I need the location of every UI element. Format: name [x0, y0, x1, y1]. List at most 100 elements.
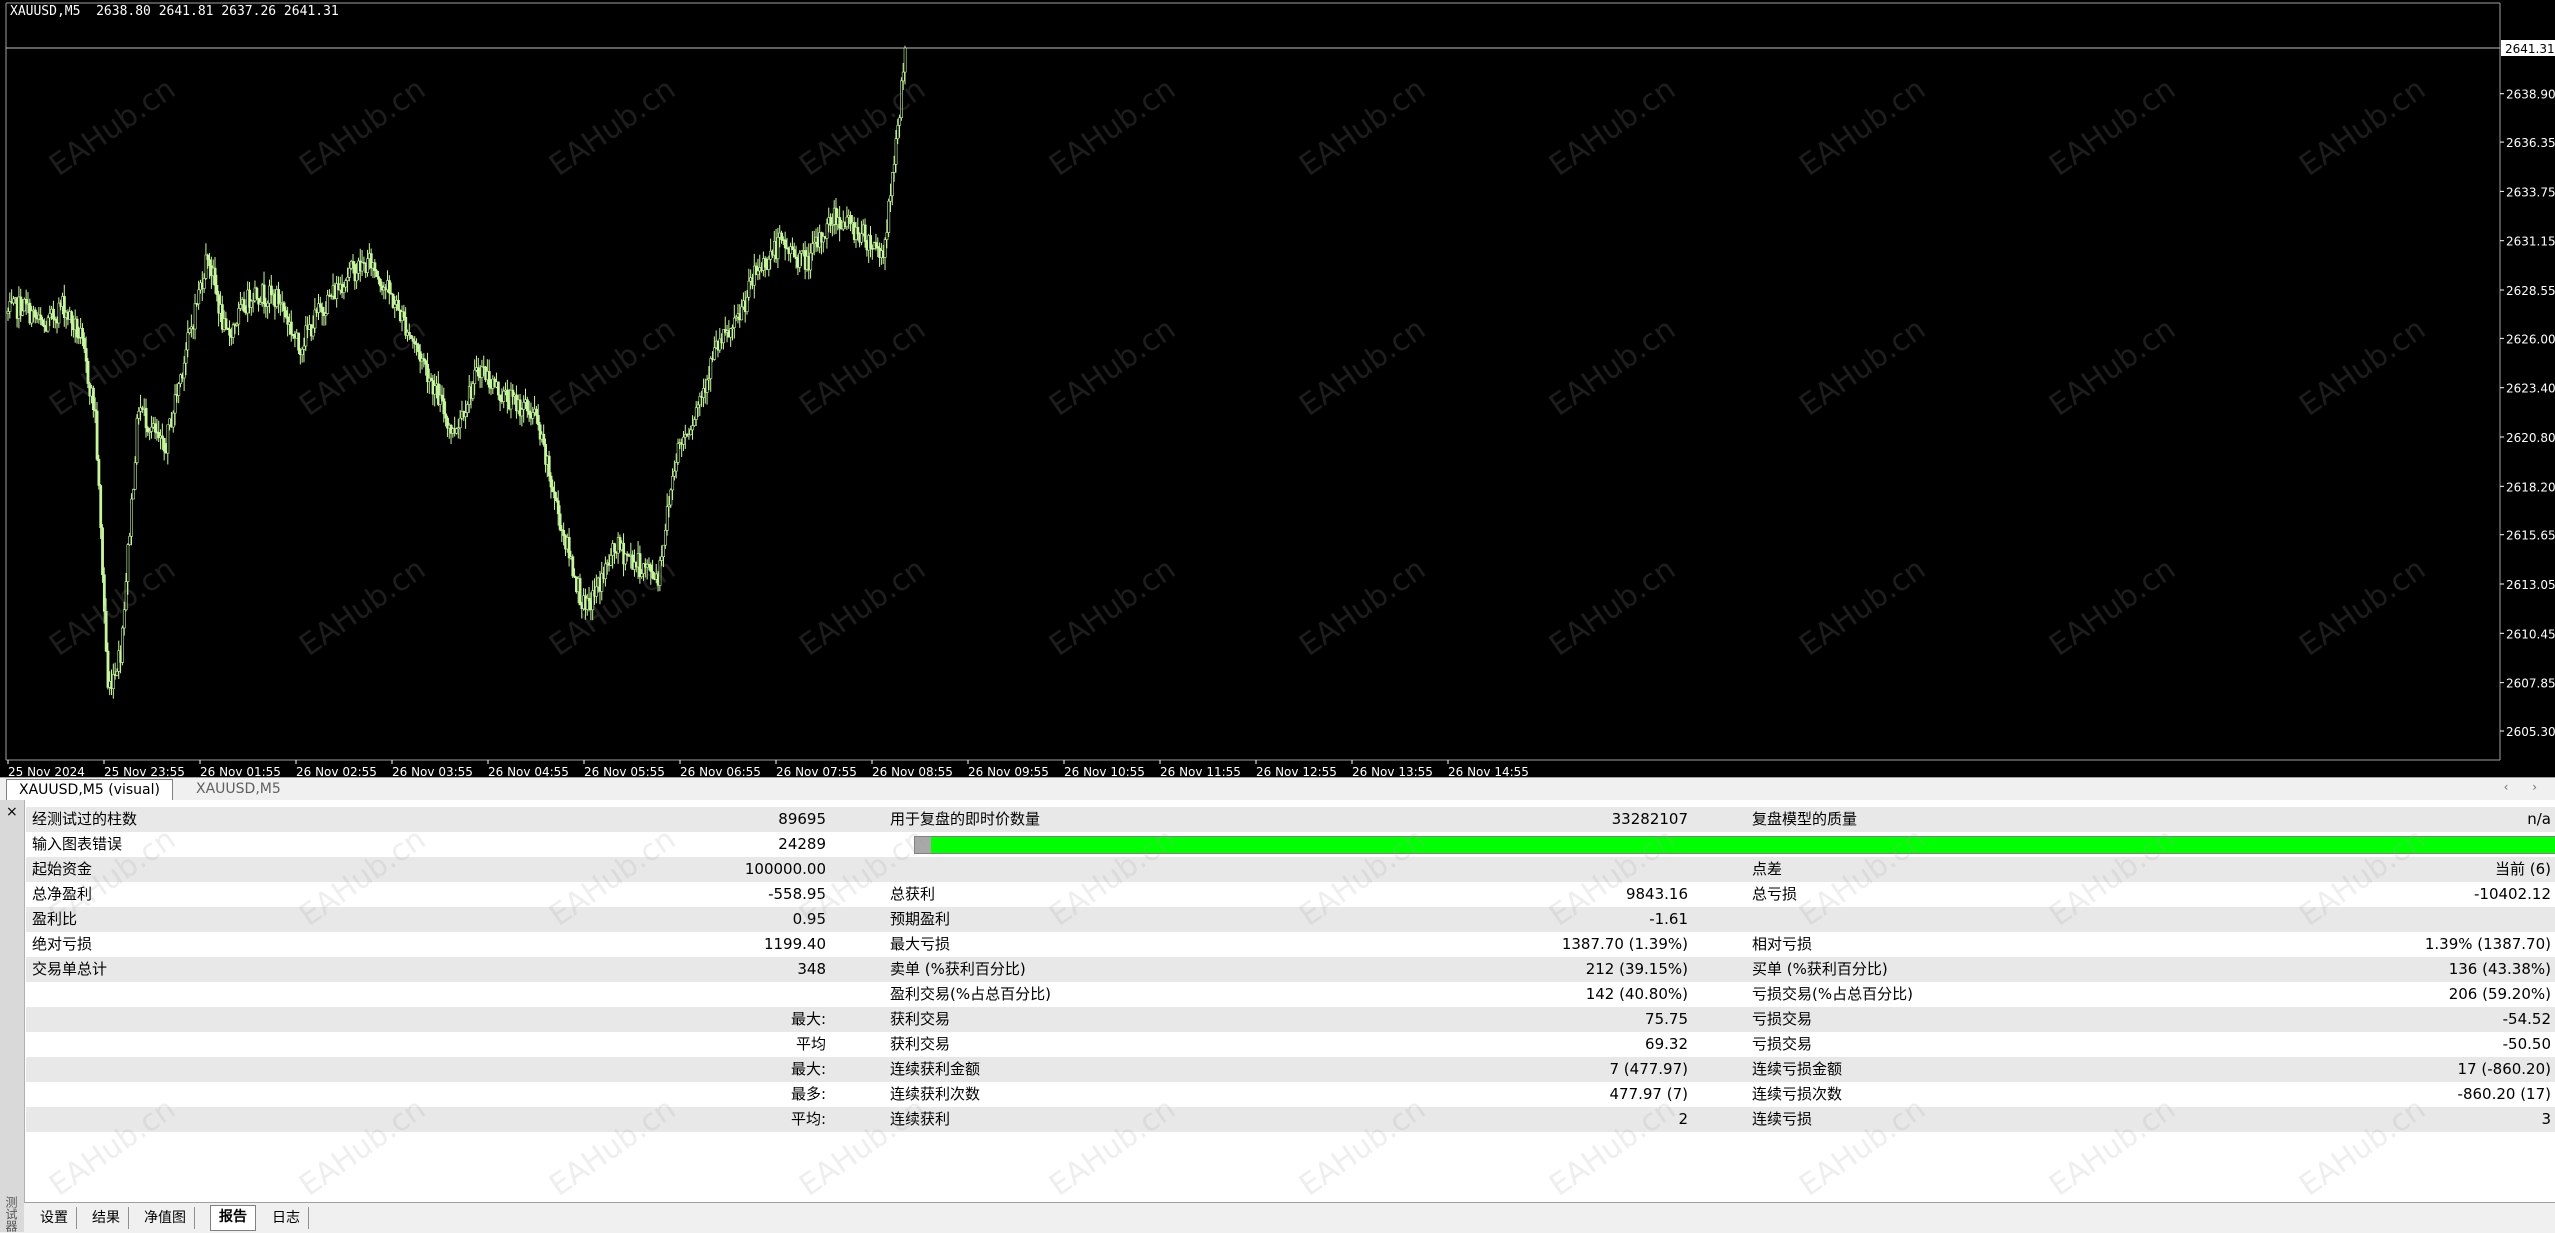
price-axis-label: 2620.80 [2506, 431, 2555, 445]
candle-body [811, 243, 814, 254]
candle-body [665, 506, 669, 531]
candle-body [682, 436, 685, 445]
candle-body [393, 304, 397, 308]
candle-body [82, 338, 86, 349]
tab-xauusd-visual[interactable]: XAUUSD,M5 (visual) [6, 779, 173, 800]
candle-body [402, 311, 406, 318]
candle-body [542, 433, 546, 445]
candle-body [496, 381, 500, 396]
price-axis-label: 2610.45 [2506, 627, 2555, 641]
candle-body [896, 125, 900, 140]
tab-journal[interactable]: 日志 [264, 1207, 309, 1229]
row-value-3: n/a [2527, 810, 2551, 828]
candle-body [144, 407, 148, 429]
candle-body [791, 246, 794, 250]
candle-body [776, 237, 780, 260]
close-icon[interactable]: × [6, 804, 18, 820]
candle-body [829, 217, 833, 226]
candle-body [182, 362, 186, 379]
price-axis-label: 2615.65 [2506, 529, 2555, 543]
candle-body [898, 117, 902, 126]
candlestick-chart-canvas[interactable]: 2641.31 2638.90 2636.35 2633.75 2631.15 2628.… [0, 0, 2555, 777]
candle-body [792, 249, 796, 258]
candle-body [197, 289, 201, 305]
candle-body [595, 586, 598, 597]
candle-body [480, 366, 484, 378]
tester-tab-bar: 设置 结果 净值图 报告 日志 [24, 1202, 2555, 1233]
candle-body [351, 260, 355, 265]
candle-body [745, 296, 749, 313]
candle-body [709, 358, 713, 379]
candle-body [464, 412, 468, 418]
candle-body [567, 537, 571, 559]
candle-body [783, 239, 787, 249]
candle-body [547, 455, 551, 477]
tab-report[interactable]: 报告 [210, 1205, 256, 1231]
candle-body [6, 311, 10, 315]
candle-body [377, 276, 380, 280]
candle-body [555, 497, 558, 502]
time-axis-label: 25 Nov 2024 [8, 765, 85, 777]
candle-body [874, 242, 878, 247]
price-axis-label: 2607.85 [2506, 677, 2555, 691]
tab-equity-graph[interactable]: 净值图 [136, 1207, 195, 1229]
candle-body [424, 360, 428, 365]
candle-body [651, 571, 655, 579]
price-axis-label: 2618.20 [2506, 480, 2555, 494]
candle-body [798, 252, 802, 268]
price-chart[interactable]: 2641.31 2638.90 2636.35 2633.75 2631.15 2628.… [0, 0, 2555, 777]
candle-body [444, 413, 448, 419]
time-axis-label: 26 Nov 02:55 [296, 765, 377, 777]
candle-body [162, 438, 166, 452]
candle-body [411, 338, 415, 342]
candle-body [429, 377, 433, 381]
candle-body [121, 627, 124, 663]
candle-body [476, 367, 480, 377]
row-value-3: -860.20 (17) [2457, 1085, 2551, 1103]
candle-body [215, 285, 219, 295]
candle-body [137, 411, 141, 419]
candle-body [112, 674, 115, 689]
candle-body [658, 560, 662, 586]
candle-body [302, 345, 306, 350]
candle-body [130, 498, 133, 537]
candle-body [277, 289, 281, 305]
time-axis-label: 26 Nov 14:55 [1448, 765, 1529, 777]
candle-body [825, 223, 829, 239]
candle-body [422, 358, 426, 361]
candle-body [21, 310, 25, 316]
candle-body [373, 262, 377, 272]
candle-body [407, 331, 411, 336]
report-row: 平均 获利交易 69.32 亏损交易 -50.50 [26, 1032, 2555, 1057]
candle-body [133, 462, 137, 490]
candle-body [202, 278, 206, 289]
candle-body [206, 254, 210, 260]
candle-body [892, 164, 896, 173]
chart-tab-bar: XAUUSD,M5 (visual) XAUUSD,M5 ‹ › [0, 777, 2555, 800]
candle-body [638, 553, 642, 578]
tester-side-strip: × [0, 800, 25, 1232]
candle-body [894, 138, 898, 165]
candle-body [184, 349, 188, 364]
candle-body [84, 348, 88, 362]
tab-xauusd-m5[interactable]: XAUUSD,M5 [184, 779, 293, 799]
row-value-3: 206 (59.20%) [2448, 985, 2551, 1003]
candle-body [553, 491, 557, 499]
candle-body [284, 310, 288, 318]
candle-body [609, 555, 613, 566]
tab-settings[interactable]: 设置 [32, 1207, 77, 1229]
candle-body [526, 399, 529, 412]
candle-body [838, 217, 842, 229]
candle-body [869, 235, 873, 249]
candle-body [237, 308, 241, 325]
candle-body [673, 470, 676, 477]
candle-body [378, 278, 382, 287]
candle-body [694, 407, 698, 420]
tab-scroll-arrows[interactable]: ‹ › [2504, 780, 2547, 794]
candle-body [756, 270, 760, 276]
tab-results[interactable]: 结果 [84, 1207, 129, 1229]
report-row: 最大: 连续获利金额 7 (477.97) 连续亏损金额 17 (-860.20) [26, 1057, 2555, 1082]
time-axis-label: 26 Nov 13:55 [1352, 765, 1433, 777]
candle-body [239, 304, 242, 309]
chart-symbol-header: XAUUSD,M5 2638.80 2641.81 2637.26 2641.3… [10, 4, 339, 19]
